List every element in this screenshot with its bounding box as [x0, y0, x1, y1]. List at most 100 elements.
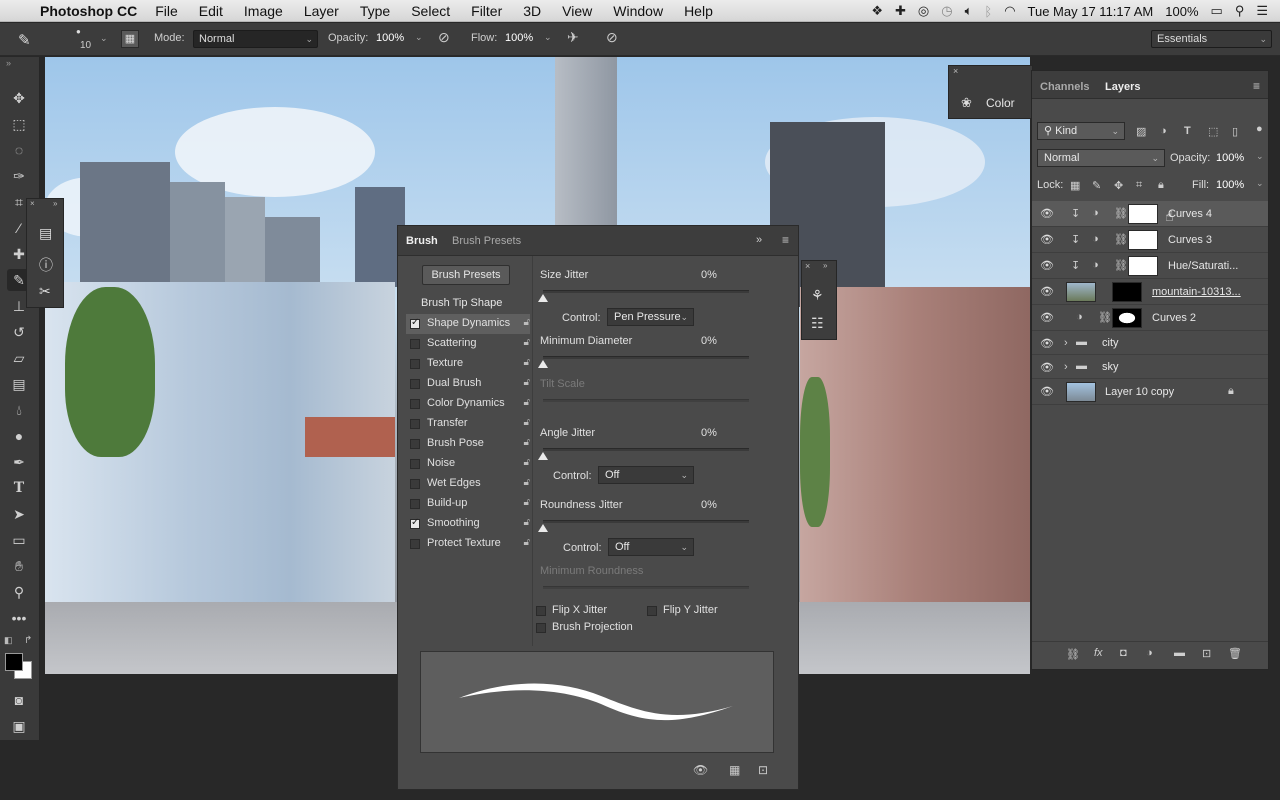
new-brush-icon[interactable]: ⊡	[758, 763, 768, 777]
new-layer-icon[interactable]: ⊡	[1202, 647, 1211, 660]
layer-mask-thumbnail[interactable]	[1128, 230, 1158, 250]
brush-projection-checkbox[interactable]	[536, 623, 546, 633]
layer-mask-thumbnail[interactable]	[1112, 282, 1142, 302]
mode-select[interactable]: Normal ⌄	[193, 30, 318, 48]
lock-transparency-icon[interactable]: ▦	[1070, 179, 1080, 192]
option-wet-edges[interactable]: Wet Edges 🔓︎	[406, 474, 530, 494]
angle-jitter-slider[interactable]	[543, 448, 749, 451]
palette-icon[interactable]: ❀	[961, 95, 972, 111]
battery-icon[interactable]: ▭	[1211, 3, 1223, 19]
layer-opacity-value[interactable]: 100%	[1216, 152, 1244, 164]
visibility-eye-icon[interactable]: 👁︎	[1040, 361, 1054, 374]
visibility-eye-icon[interactable]: 👁︎	[1040, 285, 1054, 298]
expand-arrow-icon[interactable]: ›	[1064, 361, 1068, 373]
layer-name[interactable]: Layer 10 copy	[1105, 386, 1174, 398]
size-jitter-thumb[interactable]	[538, 294, 548, 302]
zoom-tool-icon[interactable]: ⚲	[7, 581, 31, 603]
layer-style-fx-icon[interactable]: fx	[1094, 647, 1103, 659]
lock-icon[interactable]: 🔓︎	[524, 437, 530, 448]
angle-control-select[interactable]: Off ⌄	[598, 466, 694, 484]
creative-cloud-icon[interactable]: ◎	[918, 3, 929, 19]
layer-group-row[interactable]: 👁︎ › ▬ city	[1032, 331, 1268, 355]
layer-mask-thumbnail[interactable]	[1112, 308, 1142, 328]
menu-file[interactable]: File	[155, 3, 178, 19]
option-dual-brush[interactable]: Dual Brush 🔓︎	[406, 374, 530, 394]
chain-link-icon[interactable]: ⛓︎	[1114, 259, 1128, 272]
blend-mode-select[interactable]: Normal ⌄	[1037, 149, 1165, 167]
brush-tool-icon[interactable]: ✎	[18, 31, 31, 49]
panel-menu-icon[interactable]: ≡	[782, 233, 789, 247]
fill-chevron-icon[interactable]: ⌄	[1256, 178, 1264, 189]
build-up-checkbox[interactable]	[410, 499, 420, 509]
time-machine-icon[interactable]: ◷	[941, 3, 952, 19]
lock-icon[interactable]: 🔓︎	[524, 537, 530, 548]
chain-link-icon[interactable]: ⛓︎	[1114, 233, 1128, 246]
tab-brush-presets[interactable]: Brush Presets	[452, 235, 521, 247]
shape-dynamics-checkbox[interactable]	[410, 317, 420, 329]
volume-icon[interactable]: 🔈︎	[965, 3, 973, 19]
close-icon[interactable]: ×	[30, 199, 35, 208]
lock-all-icon[interactable]: 🔒︎	[1158, 179, 1164, 192]
layer-name[interactable]: Curves 2	[1152, 312, 1196, 324]
pressure-opacity-icon[interactable]: ⊘	[438, 29, 450, 46]
plus-cross-icon[interactable]: ✚	[895, 3, 906, 19]
close-icon[interactable]: ×	[953, 66, 958, 76]
brush-size-readout[interactable]: 10	[80, 40, 91, 51]
tab-layers[interactable]: Layers	[1105, 81, 1140, 93]
lock-icon[interactable]: 🔓︎	[524, 317, 530, 328]
quick-mask-icon[interactable]: ◙	[7, 689, 31, 711]
quick-select-tool-icon[interactable]: ✑	[7, 165, 31, 187]
pressure-size-icon[interactable]: ⊘	[606, 29, 618, 46]
foreground-color-swatch[interactable]	[5, 653, 23, 671]
transfer-checkbox[interactable]	[410, 419, 420, 429]
option-transfer[interactable]: Transfer 🔓︎	[406, 414, 530, 434]
filter-pixel-icon[interactable]: ▨	[1136, 125, 1146, 138]
collapse-icon[interactable]: »	[756, 234, 762, 246]
lock-icon[interactable]: 🔓︎	[524, 517, 530, 528]
option-smoothing[interactable]: Smoothing 🔓︎	[406, 514, 530, 534]
default-colors-icon[interactable]: ◧	[4, 635, 13, 646]
menu-image[interactable]: Image	[244, 3, 283, 19]
roundness-jitter-slider[interactable]	[543, 520, 749, 523]
layer-thumbnail[interactable]	[1066, 282, 1096, 302]
swap-colors-icon[interactable]: ↱	[24, 635, 32, 646]
close-icon[interactable]: ×	[805, 261, 810, 271]
panel-menu-icon[interactable]: ≡	[1253, 79, 1260, 93]
angle-jitter-thumb[interactable]	[538, 452, 548, 460]
layer-row[interactable]: 👁︎ Layer 10 copy 🔒︎	[1032, 379, 1268, 405]
collapse-icon[interactable]: »	[53, 199, 57, 208]
eraser-tool-icon[interactable]: ▱	[7, 347, 31, 369]
bluetooth-icon[interactable]: ᛒ	[984, 4, 992, 19]
opacity-value[interactable]: 100%	[376, 32, 404, 44]
dodge-tool-icon[interactable]: ●	[7, 425, 31, 447]
filter-adjustment-icon[interactable]: ◑	[1160, 125, 1167, 137]
layer-mask-thumbnail[interactable]	[1128, 204, 1158, 224]
chain-link-icon[interactable]: ⛓︎	[1098, 311, 1112, 324]
noise-checkbox[interactable]	[410, 459, 420, 469]
visibility-eye-icon[interactable]: 👁︎	[1040, 233, 1054, 246]
option-color-dynamics[interactable]: Color Dynamics 🔓︎	[406, 394, 530, 414]
dropbox-icon[interactable]: ❖	[871, 3, 883, 19]
option-build-up[interactable]: Build-up 🔓︎	[406, 494, 530, 514]
gradient-tool-icon[interactable]: ▤	[7, 373, 31, 395]
brush-projection-label[interactable]: Brush Projection	[552, 621, 633, 633]
flow-chevron-icon[interactable]: ⌄	[544, 32, 552, 43]
new-adjustment-icon[interactable]: ◑	[1146, 647, 1153, 659]
screen-mode-icon[interactable]: ▣	[7, 715, 31, 737]
color-dynamics-checkbox[interactable]	[410, 399, 420, 409]
app-name-menu[interactable]: Photoshop CC	[40, 3, 137, 19]
menu-help[interactable]: Help	[684, 3, 713, 19]
brush-presets-icon[interactable]: ⚘	[811, 287, 824, 304]
collapse-icon[interactable]: »	[823, 261, 827, 270]
brush-picker-chevron-icon[interactable]: ⌄	[100, 33, 108, 44]
trash-icon[interactable]: 🗑︎	[1228, 647, 1242, 660]
layer-name[interactable]: Curves 3	[1168, 234, 1212, 246]
lock-icon[interactable]: 🔓︎	[524, 377, 530, 388]
info-icon[interactable]: ⓘ	[39, 255, 53, 275]
collapse-icon[interactable]: »	[6, 58, 11, 68]
lock-icon[interactable]: 🔓︎	[524, 497, 530, 508]
history-brush-tool-icon[interactable]: ↺	[7, 321, 31, 343]
brush-tip-shape-link[interactable]: Brush Tip Shape	[421, 297, 502, 309]
option-shape-dynamics[interactable]: Shape Dynamics 🔓︎	[406, 314, 530, 334]
wifi-icon[interactable]: ◠	[1004, 3, 1015, 19]
